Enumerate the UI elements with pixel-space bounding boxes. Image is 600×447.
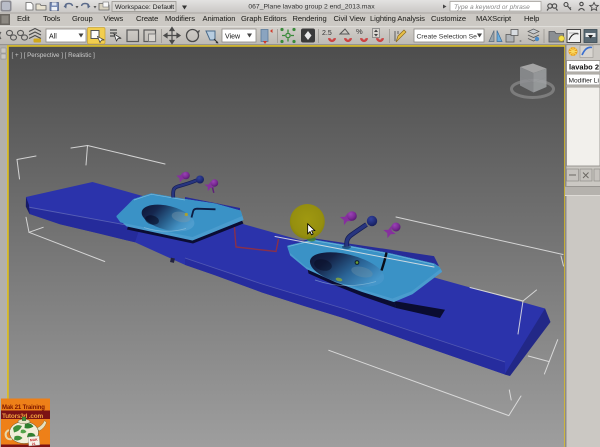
svg-text:Modifiers: Modifiers <box>165 14 195 23</box>
svg-text:[ + ] [ Perspective ] [ Realis: [ + ] [ Perspective ] [ Realistic ] <box>12 52 96 59</box>
svg-text:Edit: Edit <box>17 14 31 23</box>
svg-text:View: View <box>225 34 241 41</box>
svg-text:067_Plane lavabo group 2 end_2: 067_Plane lavabo group 2 end_2013.max <box>248 4 375 11</box>
svg-text:Views: Views <box>104 14 124 23</box>
svg-text:Graph Editors: Graph Editors <box>241 14 287 23</box>
svg-text:lavabo 2: lavabo 2 <box>569 63 599 72</box>
svg-text:Create: Create <box>136 14 158 23</box>
svg-text:Modifier Li: Modifier Li <box>569 77 600 84</box>
svg-text:Mak 21 Training: Mak 21 Training <box>2 405 45 411</box>
svg-text:Workspace: Default: Workspace: Default <box>115 4 174 11</box>
svg-text:Rendering: Rendering <box>293 14 327 23</box>
svg-text:Animation: Animation <box>203 14 236 23</box>
svg-text:Lighting Analysis: Lighting Analysis <box>370 14 425 23</box>
svg-text:Customize: Customize <box>431 14 466 23</box>
svg-text:2.5: 2.5 <box>322 30 332 37</box>
svg-text:21: 21 <box>32 442 36 446</box>
svg-text:%: % <box>356 27 363 36</box>
svg-text:Group: Group <box>72 14 93 23</box>
svg-text:Help: Help <box>524 14 539 23</box>
svg-text:MAXScript: MAXScript <box>476 14 512 23</box>
svg-text:Type a keyword or phrase: Type a keyword or phrase <box>454 4 530 11</box>
svg-text:Tools: Tools <box>43 14 61 23</box>
svg-text:Civil View: Civil View <box>334 14 366 23</box>
svg-text:Create Selection Se: Create Selection Se <box>417 33 478 40</box>
svg-text:All: All <box>49 34 57 41</box>
